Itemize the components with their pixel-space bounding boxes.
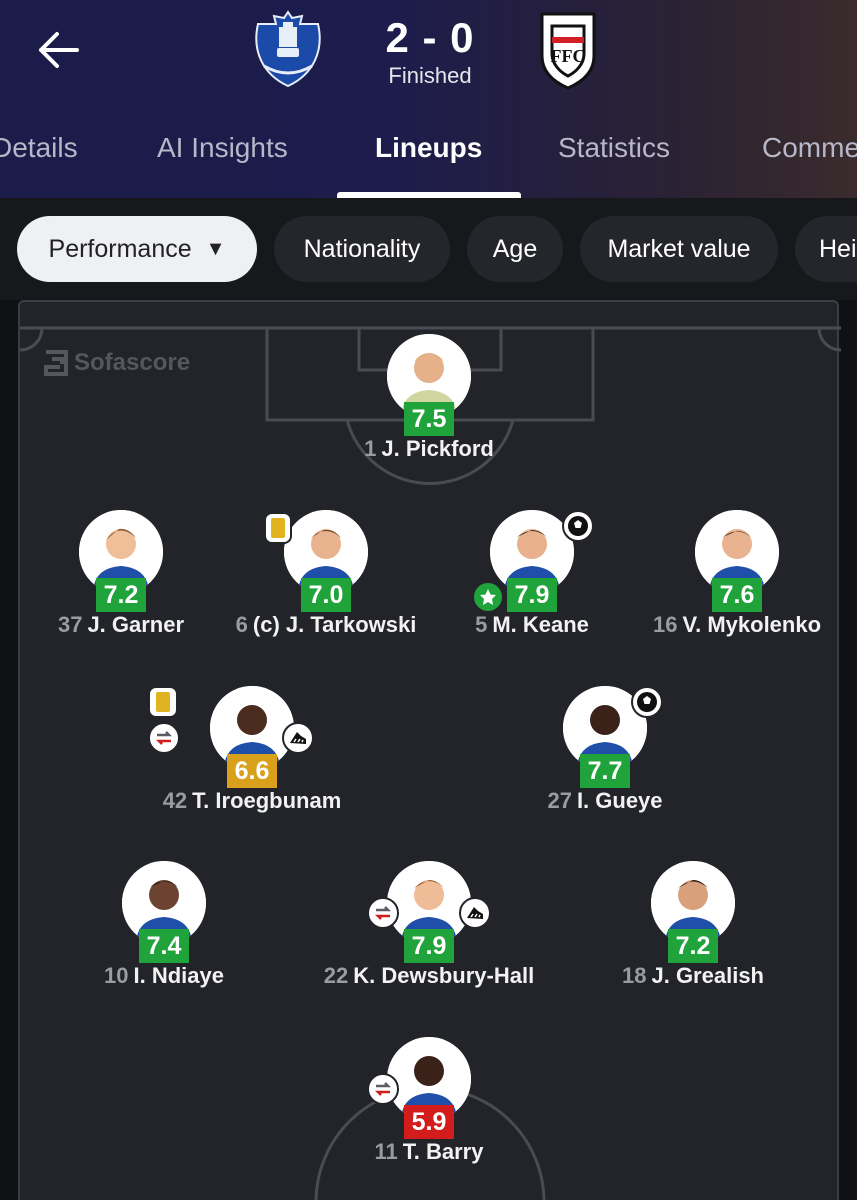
chip-label: Hei <box>819 234 857 263</box>
player-name-line: 22 K. Dewsbury-Hall <box>309 963 549 989</box>
height-chip[interactable]: Hei <box>795 216 857 282</box>
player-name: K. Dewsbury-Hall <box>353 963 535 988</box>
player-rating: 7.2 <box>96 578 146 612</box>
player-card[interactable]: 7.6 16 V. Mykolenko <box>617 510 857 638</box>
match-status: Finished <box>388 63 472 88</box>
player-name: J. Pickford <box>381 436 494 461</box>
player-name: T. Barry <box>402 1139 484 1164</box>
player-number: 5 <box>475 612 488 637</box>
everton-crest-icon <box>255 10 321 88</box>
goal-icon <box>562 510 594 542</box>
back-arrow-icon <box>39 32 79 68</box>
tab-lineups[interactable]: Lineups <box>375 132 482 164</box>
player-number: 37 <box>57 612 83 637</box>
player-card[interactable]: 7.0 6 (c) J. Tarkowski <box>206 510 446 638</box>
tab-commentary[interactable]: Comme <box>762 132 857 164</box>
assist-boot-icon <box>282 722 314 754</box>
player-card[interactable]: 7.2 37 J. Garner <box>1 510 241 638</box>
chip-label: Market value <box>607 234 751 263</box>
player-rating: 7.2 <box>668 929 718 963</box>
player-number: 18 <box>622 963 647 988</box>
yellow-card-icon <box>264 512 292 544</box>
substitution-icon <box>367 897 399 929</box>
player-rating: 7.0 <box>301 578 351 612</box>
fulham-crest-icon: FFC <box>540 12 596 90</box>
player-of-the-match-star-icon <box>472 581 504 613</box>
yellow-card-icon <box>148 686 178 718</box>
player-card[interactable]: 7.7 27 I. Gueye <box>485 686 725 814</box>
player-card[interactable]: 7.2 18 J. Grealish <box>573 861 813 989</box>
player-rating: 6.6 <box>227 754 277 788</box>
substitution-icon <box>367 1073 399 1105</box>
home-team-crest[interactable] <box>248 10 328 90</box>
player-name-line: 10 I. Ndiaye <box>44 963 284 989</box>
player-name-line: 18 J. Grealish <box>573 963 813 989</box>
player-name: M. Keane <box>492 612 589 637</box>
player-number: 6 <box>235 612 248 637</box>
player-number: 16 <box>652 612 678 637</box>
player-name-line: 1 J. Pickford <box>309 436 549 462</box>
sofascore-watermark: Sofascore <box>44 349 190 377</box>
player-number: 1 <box>364 436 377 461</box>
player-number: 22 <box>323 963 349 988</box>
player-name: J. Grealish <box>651 963 764 988</box>
player-rating: 7.7 <box>580 754 630 788</box>
player-card[interactable]: 7.4 10 I. Ndiaye <box>44 861 284 989</box>
player-card[interactable]: 7.9 22 K. Dewsbury-Hall <box>309 861 549 989</box>
player-name-line: 37 J. Garner <box>1 612 241 638</box>
player-rating: 7.9 <box>507 578 557 612</box>
svg-text:FFC: FFC <box>551 46 586 66</box>
player-rating: 7.4 <box>139 929 189 963</box>
player-card[interactable]: 6.6 42 T. Iroegbunam <box>132 686 372 814</box>
away-team-crest[interactable]: FFC <box>528 10 608 90</box>
player-name: J. Garner <box>87 612 185 637</box>
substitution-icon <box>148 722 180 754</box>
player-name: T. Iroegbunam <box>192 788 342 813</box>
player-name: I. Gueye <box>576 788 663 813</box>
tab-ai-insights[interactable]: AI Insights <box>157 132 288 164</box>
watermark-text: Sofascore <box>74 349 191 376</box>
age-chip[interactable]: Age <box>467 216 563 282</box>
player-name-line: 11 T. Barry <box>309 1139 549 1165</box>
player-number: 42 <box>162 788 188 813</box>
player-number: 27 <box>547 788 572 813</box>
market-value-chip[interactable]: Market value <box>580 216 778 282</box>
performance-dropdown[interactable]: Performance ▼ <box>17 216 257 282</box>
player-name: I. Ndiaye <box>133 963 224 988</box>
nationality-chip[interactable]: Nationality <box>274 216 450 282</box>
filter-bar: Performance ▼ Nationality Age Market val… <box>0 198 857 300</box>
player-card[interactable]: 7.9 5 M. Keane <box>412 510 652 638</box>
player-number: 11 <box>374 1139 398 1164</box>
match-header: 2 - 0 Finished FFC Details AI Insights L… <box>0 0 857 198</box>
player-name: V. Mykolenko <box>682 612 822 637</box>
player-card[interactable]: 7.5 1 J. Pickford <box>309 334 549 462</box>
player-name-line: 16 V. Mykolenko <box>617 612 857 638</box>
player-number: 10 <box>104 963 129 988</box>
goal-icon <box>631 686 663 718</box>
player-card[interactable]: 5.9 11 T. Barry <box>309 1037 549 1165</box>
tab-statistics[interactable]: Statistics <box>558 132 670 164</box>
player-rating: 7.6 <box>712 578 762 612</box>
player-rating: 5.9 <box>404 1105 454 1139</box>
player-name-line: 6 (c) J. Tarkowski <box>206 612 446 638</box>
player-rating: 7.9 <box>404 929 454 963</box>
back-button[interactable] <box>28 24 88 76</box>
player-name-line: 42 T. Iroegbunam <box>132 788 372 814</box>
assist-boot-icon <box>459 897 491 929</box>
player-name-line: 5 M. Keane <box>412 612 652 638</box>
player-rating: 7.5 <box>404 402 454 436</box>
chip-label: Age <box>492 234 538 263</box>
caret-down-icon: ▼ <box>205 237 226 260</box>
chip-label: Nationality <box>303 234 421 263</box>
player-name: (c) J. Tarkowski <box>252 612 417 637</box>
player-name-line: 27 I. Gueye <box>485 788 725 814</box>
tab-details[interactable]: Details <box>0 132 78 164</box>
sofascore-logo-icon <box>44 350 68 376</box>
match-tabs: Details AI Insights Lineups Statistics C… <box>0 110 857 198</box>
chip-label: Performance <box>48 234 192 263</box>
match-score: 2 - 0 <box>385 14 475 61</box>
